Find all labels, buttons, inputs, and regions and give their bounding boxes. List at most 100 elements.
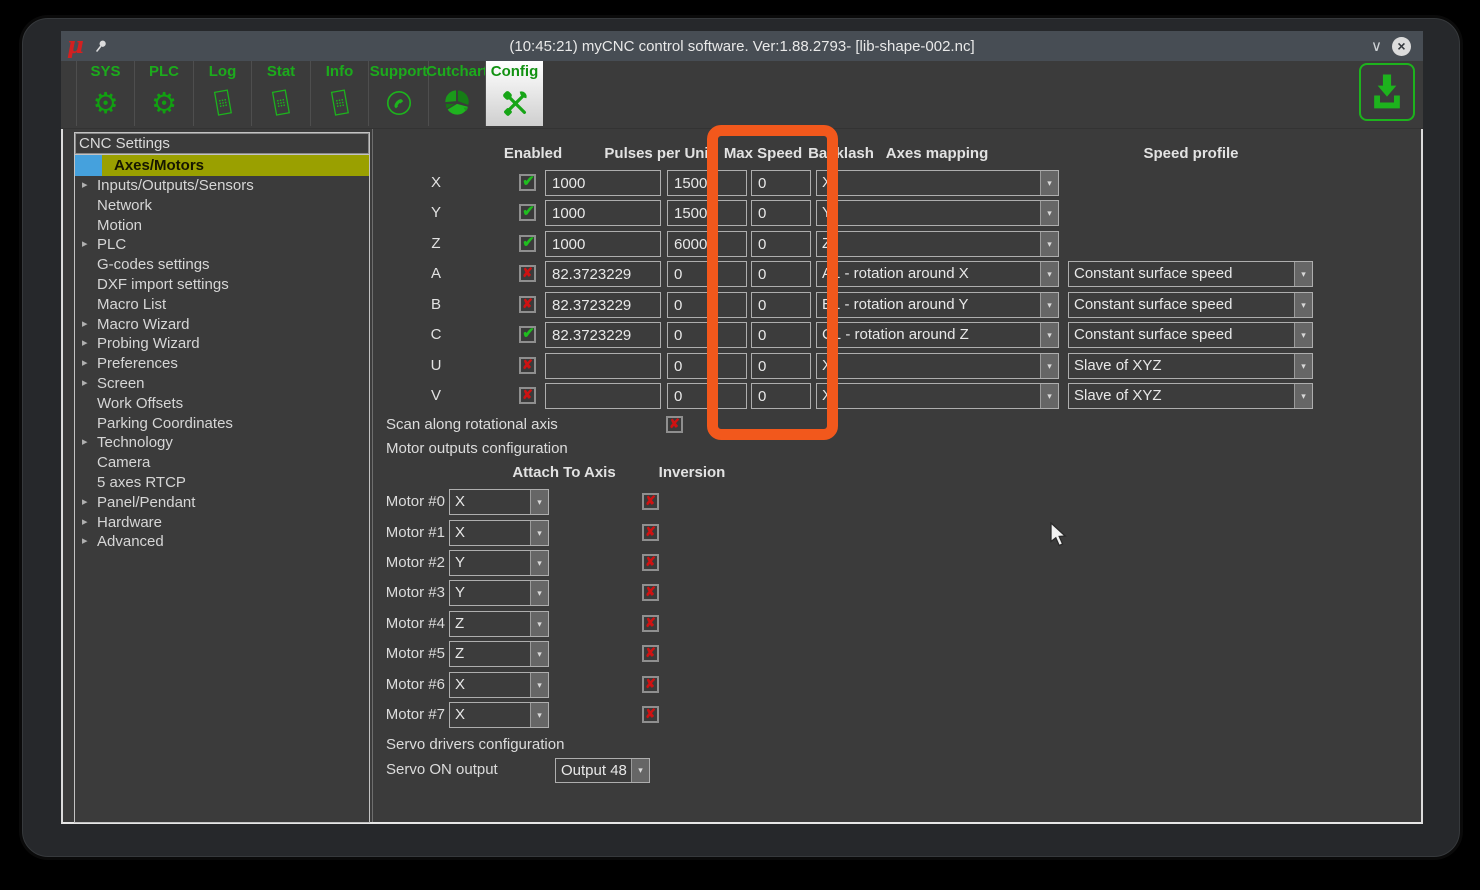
speed-profile-select[interactable]: Slave of XYZ: [1068, 353, 1313, 379]
caret-down-icon[interactable]: [1040, 201, 1058, 225]
tab-support[interactable]: Support: [368, 61, 428, 126]
servo-drivers-title: Servo drivers configuration: [386, 736, 565, 753]
axis-label: B: [430, 296, 442, 313]
document-icon: [194, 80, 251, 126]
enabled-checkbox[interactable]: [519, 235, 536, 252]
caret-down-icon[interactable]: [530, 612, 548, 636]
pulses-per-unit-input[interactable]: [545, 353, 661, 379]
axes-mapping-select[interactable]: X: [816, 353, 1059, 379]
enabled-checkbox[interactable]: [519, 204, 536, 221]
enabled-checkbox[interactable]: [519, 296, 536, 313]
tab-info[interactable]: Info: [310, 61, 368, 126]
enabled-checkbox[interactable]: [519, 265, 536, 282]
servo-on-output-select[interactable]: Output 48: [555, 758, 650, 783]
attach-to-axis-select[interactable]: Y: [449, 580, 549, 606]
screen: μ (10:45:21) myCNC control software. Ver…: [0, 0, 1480, 890]
caret-down-icon[interactable]: [530, 581, 548, 605]
column-header-attach-to-axis: Attach To Axis: [512, 464, 616, 481]
axes-mapping-select[interactable]: C1 - rotation around Z: [816, 322, 1059, 348]
tab-stat[interactable]: Stat: [251, 61, 310, 126]
caret-down-icon[interactable]: [530, 642, 548, 666]
tab-plc[interactable]: PLC ⚙: [134, 61, 193, 126]
inversion-checkbox[interactable]: [642, 645, 659, 662]
tab-sys[interactable]: SYS ⚙: [76, 61, 134, 126]
speed-profile-value: Constant surface speed: [1074, 265, 1233, 282]
speed-profile-select[interactable]: Slave of XYZ: [1068, 383, 1313, 409]
enabled-checkbox[interactable]: [519, 326, 536, 343]
caret-down-icon[interactable]: [530, 673, 548, 697]
axes-mapping-select[interactable]: B1 - rotation around Y: [816, 292, 1059, 318]
enabled-checkbox[interactable]: [519, 174, 536, 191]
tab-cutchart[interactable]: Cutchart: [426, 61, 488, 126]
caret-down-icon[interactable]: [1294, 293, 1312, 317]
caret-down-icon[interactable]: [530, 521, 548, 545]
pulses-per-unit-input[interactable]: [545, 231, 661, 257]
pie-chart-icon: [429, 80, 485, 126]
speed-profile-select[interactable]: Constant surface speed: [1068, 261, 1313, 287]
tab-log[interactable]: Log: [193, 61, 251, 126]
titlebar: μ (10:45:21) myCNC control software. Ver…: [61, 31, 1423, 61]
axes-mapping-select[interactable]: Z: [816, 231, 1059, 257]
pulses-per-unit-input[interactable]: [545, 261, 661, 287]
inversion-checkbox[interactable]: [642, 584, 659, 601]
axis-label: U: [430, 357, 442, 374]
attach-to-axis-select[interactable]: X: [449, 702, 549, 728]
speed-profile-select[interactable]: Constant surface speed: [1068, 322, 1313, 348]
caret-down-icon[interactable]: [1294, 384, 1312, 408]
speed-profile-value: Constant surface speed: [1074, 296, 1233, 313]
attach-to-axis-select[interactable]: X: [449, 672, 549, 698]
caret-down-icon[interactable]: [1294, 354, 1312, 378]
caret-down-icon[interactable]: [1040, 171, 1058, 195]
caret-down-icon[interactable]: [530, 490, 548, 514]
caret-down-icon[interactable]: [530, 551, 548, 575]
column-header-enabled: Enabled: [503, 145, 563, 162]
scan-along-rotational-axis-checkbox[interactable]: [666, 416, 683, 433]
inversion-checkbox[interactable]: [642, 554, 659, 571]
phone-icon: [369, 80, 428, 126]
backlash-highlight-annotation: [707, 125, 838, 440]
pulses-per-unit-input[interactable]: [545, 322, 661, 348]
caret-down-icon[interactable]: [530, 703, 548, 727]
caret-down-icon[interactable]: [1040, 262, 1058, 286]
caret-down-icon[interactable]: [1040, 384, 1058, 408]
axes-mapping-select[interactable]: Y: [816, 200, 1059, 226]
caret-down-icon[interactable]: [1294, 262, 1312, 286]
inversion-checkbox[interactable]: [642, 615, 659, 632]
caret-down-icon[interactable]: [1040, 323, 1058, 347]
enabled-checkbox[interactable]: [519, 357, 536, 374]
attach-to-axis-value: Y: [455, 554, 466, 571]
pulses-per-unit-input[interactable]: [545, 292, 661, 318]
axes-mapping-select[interactable]: X: [816, 383, 1059, 409]
axes-mapping-value: A1 - rotation around X: [822, 265, 969, 282]
attach-to-axis-select[interactable]: Y: [449, 550, 549, 576]
speed-profile-select[interactable]: Constant surface speed: [1068, 292, 1313, 318]
axes-mapping-value: Z: [822, 235, 832, 252]
caret-down-icon[interactable]: [1040, 293, 1058, 317]
axes-mapping-select[interactable]: A1 - rotation around X: [816, 261, 1059, 287]
toolbar: SYS ⚙ PLC ⚙ Log Stat Info Support Cutcha…: [61, 61, 1423, 129]
close-button[interactable]: ×: [1392, 36, 1411, 56]
download-button[interactable]: [1359, 63, 1415, 121]
inversion-checkbox[interactable]: [642, 524, 659, 541]
caret-down-icon[interactable]: [1294, 323, 1312, 347]
motor-row-7: Motor #7 X: [63, 702, 1421, 728]
shade-button[interactable]: ∨: [1371, 39, 1382, 54]
pulses-per-unit-input[interactable]: [545, 170, 661, 196]
inversion-checkbox[interactable]: [642, 676, 659, 693]
caret-down-icon[interactable]: [1040, 354, 1058, 378]
tab-config[interactable]: Config: [485, 61, 543, 126]
caret-down-icon[interactable]: [1040, 232, 1058, 256]
caret-down-icon[interactable]: [631, 759, 649, 782]
attach-to-axis-select[interactable]: X: [449, 520, 549, 546]
motor-label: Motor #3: [385, 584, 445, 601]
servo-on-output-label: Servo ON output: [386, 761, 498, 778]
axes-mapping-select[interactable]: X: [816, 170, 1059, 196]
inversion-checkbox[interactable]: [642, 706, 659, 723]
pulses-per-unit-input[interactable]: [545, 383, 661, 409]
attach-to-axis-select[interactable]: Z: [449, 641, 549, 667]
pulses-per-unit-input[interactable]: [545, 200, 661, 226]
attach-to-axis-select[interactable]: Z: [449, 611, 549, 637]
attach-to-axis-select[interactable]: X: [449, 489, 549, 515]
inversion-checkbox[interactable]: [642, 493, 659, 510]
enabled-checkbox[interactable]: [519, 387, 536, 404]
